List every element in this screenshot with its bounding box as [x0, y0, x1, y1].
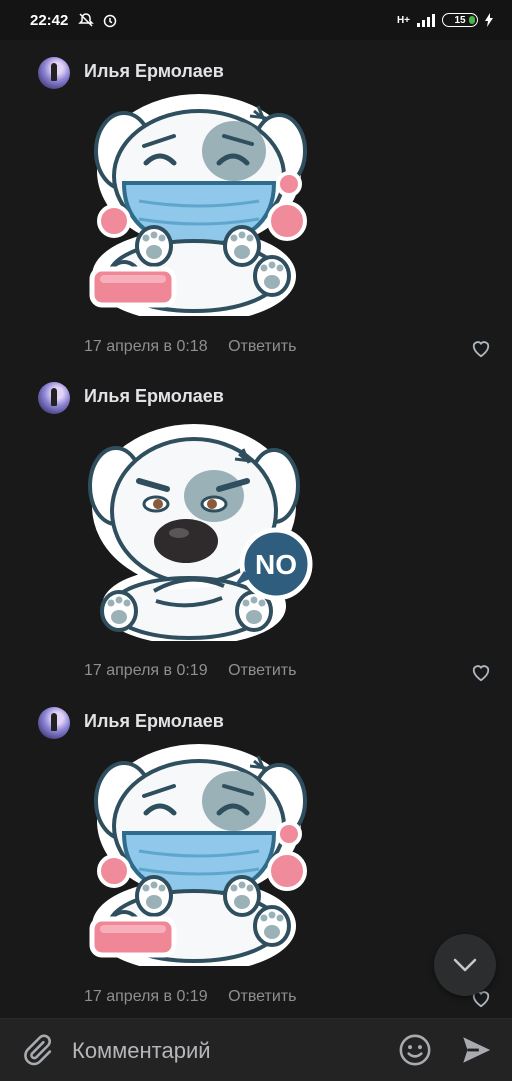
comment-author[interactable]: Илья Ермолаев	[84, 711, 224, 732]
reply-button[interactable]: Ответить	[228, 988, 296, 1005]
avatar[interactable]	[38, 382, 70, 414]
comment-date: 17 апреля в 0:19	[84, 988, 208, 1005]
sticker-bear-no[interactable]: NO	[84, 416, 314, 641]
reply-button[interactable]: Ответить	[228, 338, 296, 355]
attach-paperclip-icon[interactable]	[20, 1033, 54, 1067]
comment-meta: 17 апреля в 0:19 Ответить	[84, 662, 296, 680]
like-heart-icon[interactable]	[470, 662, 492, 682]
comment-meta: 17 апреля в 0:19 Ответить	[84, 988, 296, 1006]
send-icon[interactable]	[458, 1033, 494, 1067]
notifications-off-icon	[78, 13, 95, 27]
battery-indicator: 15	[442, 13, 478, 27]
comment-author[interactable]: Илья Ермолаев	[84, 61, 224, 82]
reply-button[interactable]: Ответить	[228, 662, 296, 679]
comment-date: 17 апреля в 0:19	[84, 662, 208, 679]
chevron-down-icon	[453, 958, 477, 972]
comment-author[interactable]: Илья Ермолаев	[84, 386, 224, 407]
sticker-bear-mask[interactable]	[84, 741, 314, 966]
alarm-icon	[104, 14, 117, 28]
avatar[interactable]	[38, 707, 70, 739]
scroll-down-button[interactable]	[434, 934, 496, 996]
emoji-smile-icon[interactable]	[398, 1033, 432, 1067]
comment-composer	[0, 1018, 512, 1081]
like-heart-icon[interactable]	[470, 338, 492, 358]
comment-date: 17 апреля в 0:18	[84, 338, 208, 355]
comment-meta: 17 апреля в 0:18 Ответить	[84, 338, 296, 356]
sticker-bear-mask[interactable]	[84, 91, 314, 316]
avatar[interactable]	[38, 57, 70, 89]
comment-input[interactable]	[70, 1031, 384, 1071]
network-type: H+	[396, 14, 410, 26]
charging-icon	[485, 13, 493, 27]
status-bar: 22:42 H+ 15	[0, 0, 512, 40]
signal-icon	[417, 14, 435, 27]
status-time: 22:42	[30, 11, 69, 29]
sticker-text: NO	[255, 549, 297, 580]
